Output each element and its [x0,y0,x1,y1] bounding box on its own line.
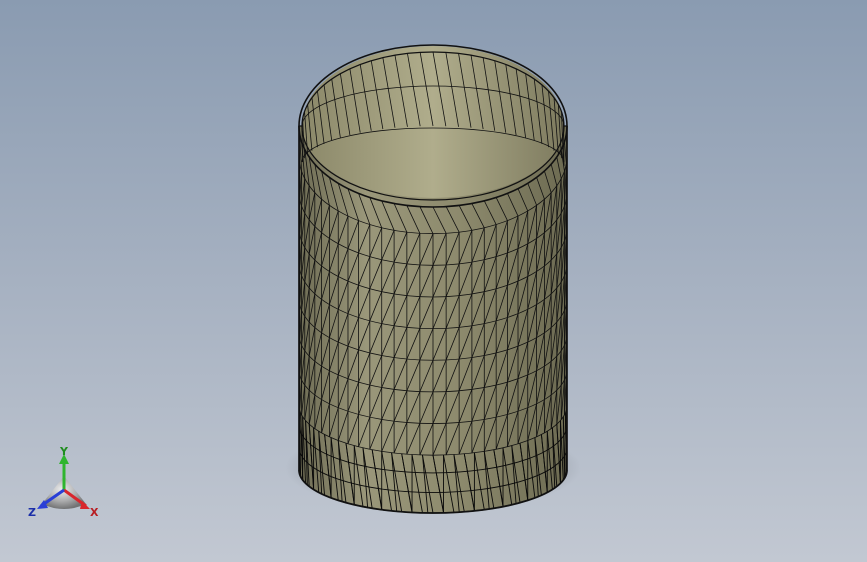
triad-y-label: Y [59,446,69,458]
inner-surface [302,46,564,198]
graphics-viewport[interactable]: Y X Z [0,0,867,562]
cylinder-model[interactable] [0,0,867,562]
triad-z-label: Z [28,506,36,519]
reference-triad[interactable]: Y X Z [24,446,104,522]
triad-x-label: X [90,506,99,519]
